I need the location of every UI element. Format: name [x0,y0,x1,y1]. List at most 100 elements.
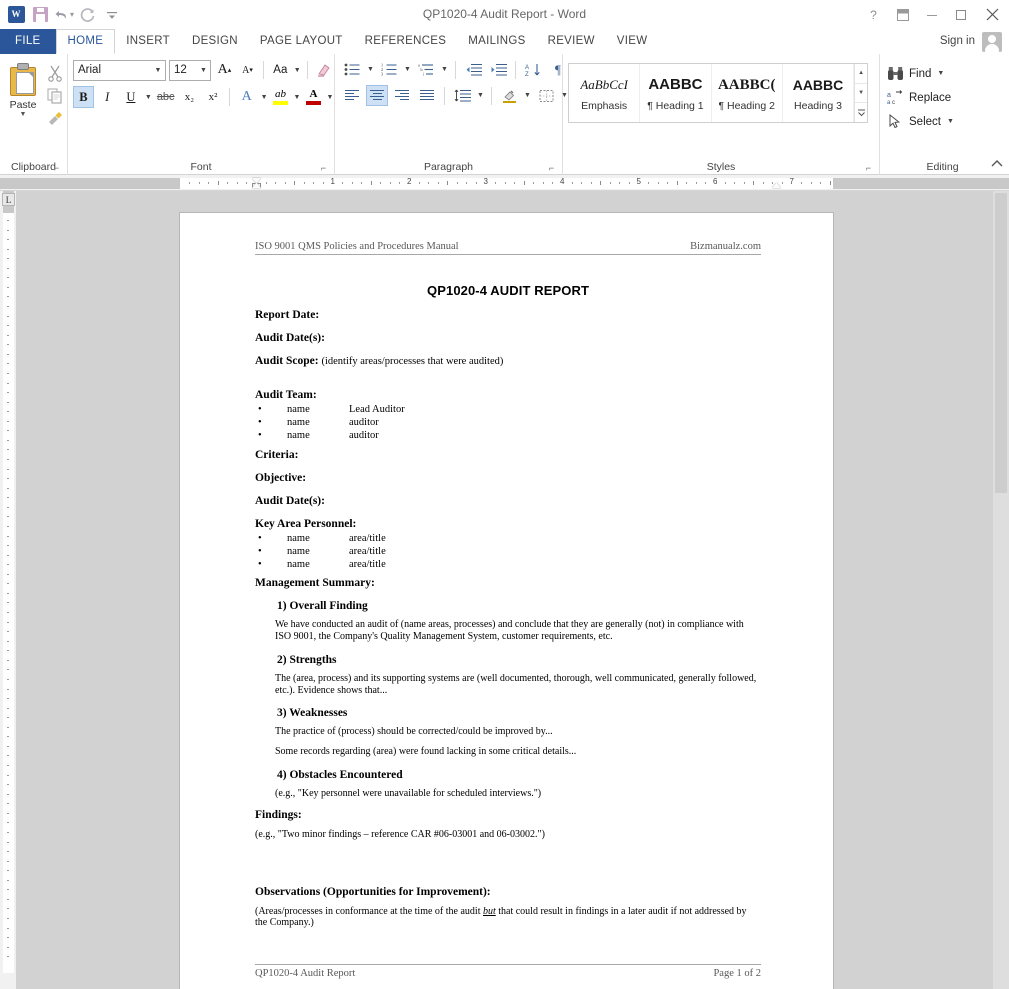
style-item-heading-3[interactable]: AABBC Heading 3 [783,64,855,122]
numbering-chevron-down-icon[interactable]: ▼ [403,66,412,73]
tab-insert[interactable]: INSERT [115,29,181,54]
subscript-button[interactable]: x₂ [179,86,200,108]
tab-design[interactable]: DESIGN [181,29,249,54]
change-case-chevron-down-icon[interactable]: ▼ [293,67,301,74]
strikethrough-button[interactable]: abc [155,86,176,108]
bullets-button[interactable] [341,59,363,80]
tab-stop-selector[interactable]: L [2,193,15,206]
styles-scroll-up-icon[interactable]: ▲ [855,64,867,84]
account-avatar-icon[interactable] [982,32,1002,52]
copy-icon[interactable] [46,87,66,107]
font-size-combo[interactable]: 12 ▼ [168,59,212,81]
align-center-button[interactable] [366,85,388,106]
text-effects-icon[interactable]: A [236,86,257,108]
style-item-heading-1[interactable]: AABBC ¶ Heading 1 [640,64,712,122]
document-header[interactable]: ISO 9001 QMS Policies and Procedures Man… [255,241,761,255]
shading-chevron-down-icon[interactable]: ▼ [523,92,532,99]
document-footer[interactable]: QP1020-4 Audit Report Page 1 of 2 [255,964,761,979]
paste-caret-icon[interactable]: ▼ [20,111,27,118]
bullets-chevron-down-icon[interactable]: ▼ [366,66,375,73]
vertical-ruler[interactable]: L [0,191,16,989]
tab-references[interactable]: REFERENCES [354,29,458,54]
shading-button[interactable] [498,85,520,106]
grow-font-button[interactable]: A ▴ [214,59,234,81]
font-name-chevron-down-icon[interactable]: ▼ [151,67,165,74]
sign-in-link[interactable]: Sign in [940,29,975,54]
tab-view[interactable]: VIEW [606,29,659,54]
vruler-tick [7,401,9,403]
ruler-tick [428,182,430,184]
text-effects-chevron-down-icon[interactable]: ▼ [260,94,268,101]
vruler-tick [7,296,9,298]
list-item: • name area/title [255,558,761,571]
styles-scroll-down-icon[interactable]: ▼ [855,84,867,104]
vertical-scrollbar[interactable] [993,191,1009,989]
line-spacing-chevron-down-icon[interactable]: ▼ [476,92,485,99]
clear-formatting-icon[interactable] [314,59,334,81]
cut-icon[interactable] [46,64,66,84]
borders-button[interactable] [535,85,557,106]
document-page[interactable]: ISO 9001 QMS Policies and Procedures Man… [180,213,833,989]
sort-button[interactable]: AZ [522,59,544,80]
align-left-button[interactable] [341,85,363,106]
tab-file[interactable]: FILE [0,29,56,54]
tab-mailings[interactable]: MAILINGS [457,29,536,54]
highlight-chevron-down-icon[interactable]: ▼ [293,94,301,101]
underline-chevron-down-icon[interactable]: ▼ [144,94,152,101]
paragraph-dialog-launcher[interactable]: ⌐ [546,163,557,174]
decrease-indent-button[interactable] [462,59,484,80]
pilcrow-icon: ¶ [555,61,561,77]
text-highlight-color-button[interactable]: ab [271,86,290,108]
font-dialog-launcher[interactable]: ⌐ [318,163,329,174]
multilevel-list-chevron-down-icon[interactable]: ▼ [440,66,449,73]
styles-dialog-launcher[interactable]: ⌐ [863,163,874,174]
vruler-tick [7,755,9,757]
underline-button[interactable]: U [121,86,142,108]
superscript-button[interactable]: x² [203,86,224,108]
line-spacing-button[interactable] [451,85,473,106]
paste-button[interactable]: Paste ▼ [0,59,46,118]
ribbon-display-options-icon[interactable] [888,0,917,29]
font-color-button[interactable]: A [304,86,323,108]
italic-button[interactable]: I [97,86,118,108]
numbering-button[interactable]: 123 [378,59,400,80]
document-body[interactable]: Report Date: Audit Date(s): Audit Scope:… [255,309,761,929]
styles-gallery-scrollbar[interactable]: ▲ ▼ [854,64,867,122]
ruler-tick [227,182,229,184]
bold-button[interactable]: B [73,86,94,108]
change-case-button[interactable]: Aa [270,59,290,81]
style-item-heading-2[interactable]: AABBC( ¶ Heading 2 [712,64,783,122]
font-color-chevron-down-icon[interactable]: ▼ [326,94,334,101]
format-painter-icon[interactable] [46,110,66,130]
ribbon-group-editing: Find ▼ aac Replace Select ▼ Editing [880,54,1005,175]
style-preview: AABBC [792,76,844,93]
styles-more-icon[interactable] [855,103,867,122]
find-button[interactable]: Find ▼ [887,63,955,84]
tab-home[interactable]: HOME [55,29,116,54]
hanging-indent-marker[interactable] [252,183,261,188]
align-right-button[interactable] [391,85,413,106]
justify-button[interactable] [416,85,438,106]
help-icon[interactable]: ? [859,0,888,29]
font-size-chevron-down-icon[interactable]: ▼ [196,67,210,74]
font-name-combo[interactable]: Arial ▼ [73,59,166,81]
close-icon[interactable] [975,0,1009,29]
shrink-font-button[interactable]: A ▾ [237,59,257,81]
tab-review[interactable]: REVIEW [537,29,606,54]
replace-button[interactable]: aac Replace [887,87,955,108]
style-item-emphasis[interactable]: AaBbCcI Emphasis [569,64,641,122]
maximize-icon[interactable] [946,0,975,29]
increase-indent-button[interactable] [487,59,509,80]
multilevel-list-button[interactable]: abi [415,59,437,80]
minimize-icon[interactable] [917,0,946,29]
clipboard-dialog-launcher[interactable]: ⌐ [51,163,62,174]
scrollbar-thumb[interactable] [995,193,1007,493]
find-chevron-down-icon[interactable]: ▼ [936,70,945,77]
collapse-ribbon-icon[interactable] [991,159,1003,172]
tab-page-layout[interactable]: PAGE LAYOUT [249,29,354,54]
horizontal-ruler[interactable]: 1 2 3 4 5 6 7 [0,175,1009,191]
vruler-tick [7,334,9,336]
select-button[interactable]: Select ▼ [887,111,955,132]
right-indent-marker[interactable] [772,183,781,188]
select-chevron-down-icon[interactable]: ▼ [946,118,955,125]
